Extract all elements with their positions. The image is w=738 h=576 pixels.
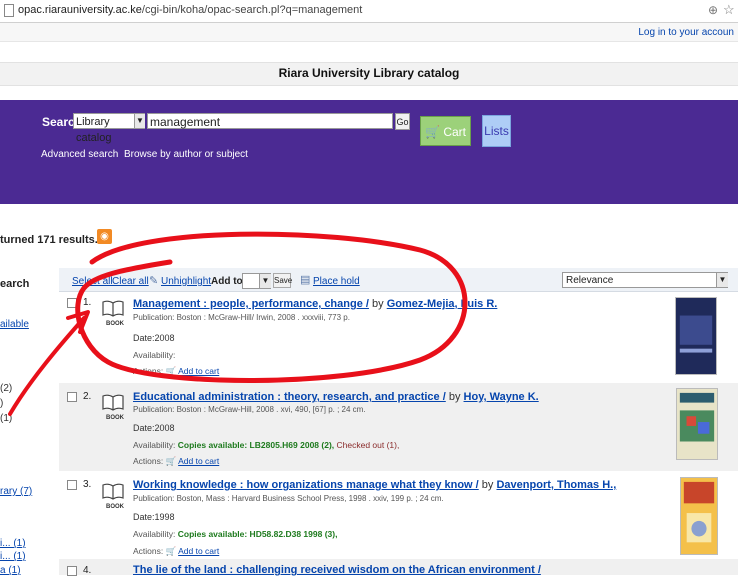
result-date: Date:2008 (133, 333, 175, 343)
cart-icon: 🛒 (425, 125, 440, 139)
result-number: 3. (83, 479, 92, 490)
result-author-link[interactable]: Hoy, Wayne K. (464, 391, 539, 403)
chevron-down-icon[interactable]: ▼ (134, 114, 145, 128)
cart-icon: 🛒 (165, 546, 177, 556)
save-button[interactable]: Save (273, 273, 292, 288)
book-icon (102, 483, 124, 500)
chevron-down-icon[interactable]: ▼ (716, 273, 728, 287)
result-publication: Publication: Boston : McGraw-Hill/ Irwin… (133, 313, 350, 322)
facet-item: (2) (0, 383, 13, 394)
go-button[interactable]: Go (395, 113, 410, 130)
add-to-label: Add to: (211, 276, 246, 287)
result-checkbox[interactable] (67, 480, 77, 490)
result-title-link[interactable]: The lie of the land : challenging receiv… (133, 564, 541, 576)
result-number: 4. (83, 565, 92, 576)
unhighlight-link[interactable]: Unhighlight (161, 276, 211, 287)
url-host: opac.riarauniversity.ac.ke (18, 4, 142, 16)
facet-link[interactable]: i... (1) (0, 551, 26, 562)
result-by: by (481, 479, 494, 491)
bookmark-star-icon[interactable]: ☆ (723, 2, 735, 18)
facet-link[interactable]: rary (7) (0, 486, 32, 497)
cover-thumbnail[interactable] (675, 297, 717, 375)
login-link[interactable]: Log in to your accoun (638, 27, 734, 38)
result-author-link[interactable]: Davenport, Thomas H., (496, 479, 616, 491)
result-actions: Actions: 🛒 Add to cart (133, 456, 219, 467)
select-all-link[interactable]: Select all (72, 276, 113, 287)
result-publication: Publication: Boston : McGraw-Hill, 2008 … (133, 405, 366, 414)
url-text[interactable]: opac.riarauniversity.ac.ke/cgi-bin/koha/… (18, 4, 362, 16)
availability-label: Availability: (133, 350, 176, 360)
rss-icon[interactable]: ◉ (97, 229, 112, 244)
copies-available: Copies available: LB2805.H69 2008 (2), (177, 440, 335, 450)
advanced-search-link[interactable]: Advanced search (41, 149, 118, 160)
book-type-label: BOOK (106, 504, 124, 510)
result-title-link[interactable]: Working knowledge : how organizations ma… (133, 479, 479, 491)
cart-button[interactable]: 🛒 Cart (420, 116, 471, 146)
checked-out: Checked out (1), (336, 440, 400, 450)
clear-all-link[interactable]: Clear all (112, 276, 149, 287)
book-type-label: BOOK (106, 321, 124, 327)
cover-thumbnail[interactable] (680, 477, 718, 555)
facets-title: earch (0, 278, 30, 290)
availability-label: Availability: (133, 440, 176, 450)
place-hold-link[interactable]: Place hold (313, 276, 360, 287)
facet-link[interactable]: ailable (0, 319, 29, 330)
cart-icon: 🛒 (165, 456, 177, 466)
actions-label: Actions: (133, 546, 164, 556)
result-publication: Publication: Boston, Mass : Harvard Busi… (133, 494, 444, 503)
book-icon (102, 394, 124, 411)
result-number: 1. (83, 297, 92, 308)
result-number: 2. (83, 391, 92, 402)
facet-item: ) (0, 398, 4, 409)
cart-label: Cart (443, 125, 466, 139)
catalog-title: Riara University Library catalog (278, 66, 460, 80)
book-icon (102, 300, 124, 317)
lists-button[interactable]: Lists (482, 115, 511, 147)
result-title-line: The lie of the land : challenging receiv… (133, 564, 541, 576)
result-availability: Availability: Copies available: LB2805.H… (133, 440, 399, 450)
result-by: by (448, 391, 461, 403)
cart-icon: 🛒 (165, 366, 177, 376)
facet-item: (1) (0, 413, 13, 424)
result-title-line: Working knowledge : how organizations ma… (133, 479, 616, 491)
result-checkbox[interactable] (67, 298, 77, 308)
result-date: Date:2008 (133, 423, 175, 433)
result-availability: Availability: Copies available: HD58.82.… (133, 529, 337, 539)
highlighter-icon: ✎ (149, 275, 159, 287)
copies-available: Copies available: HD58.82.D38 1998 (3), (177, 529, 338, 539)
result-actions: Actions: 🛒 Add to cart (133, 546, 219, 557)
add-to-cart-link[interactable]: Add to cart (178, 366, 219, 376)
cover-thumbnail[interactable] (676, 388, 718, 460)
search-input[interactable]: management (147, 113, 393, 129)
result-checkbox[interactable] (67, 392, 77, 402)
browse-link[interactable]: Browse by author or subject (124, 149, 248, 160)
actions-label: Actions: (133, 366, 164, 376)
result-author-link[interactable]: Gomez-Mejia, Luis R. (387, 298, 498, 310)
facet-link[interactable]: a (1) (0, 565, 21, 576)
result-title-line: Management : people, performance, change… (133, 298, 497, 310)
chevron-down-icon[interactable]: ▼ (259, 274, 271, 288)
add-to-cart-link[interactable]: Add to cart (178, 546, 219, 556)
sort-select[interactable]: Relevance (562, 272, 728, 288)
result-actions: Actions: 🛒 Add to cart (133, 366, 219, 377)
user-bar (0, 23, 738, 42)
page-icon (4, 4, 14, 17)
add-to-cart-link[interactable]: Add to cart (178, 456, 219, 466)
result-by: by (372, 298, 384, 310)
result-title-line: Educational administration : theory, res… (133, 391, 539, 403)
url-path: /cgi-bin/koha/opac-search.pl?q=managemen… (141, 4, 363, 16)
result-availability: Availability: (133, 350, 175, 360)
result-title-link[interactable]: Management : people, performance, change… (133, 298, 369, 310)
result-title-link[interactable]: Educational administration : theory, res… (133, 391, 446, 403)
zoom-icon[interactable]: ⊕ (708, 3, 718, 17)
availability-label: Availability: (133, 529, 176, 539)
results-count: turned 171 results. (0, 234, 98, 246)
result-date: Date:1998 (133, 512, 175, 522)
facet-link[interactable]: i... (1) (0, 538, 26, 549)
actions-label: Actions: (133, 456, 164, 466)
place-hold-icon: ▤ (300, 274, 311, 286)
book-type-label: BOOK (106, 415, 124, 421)
